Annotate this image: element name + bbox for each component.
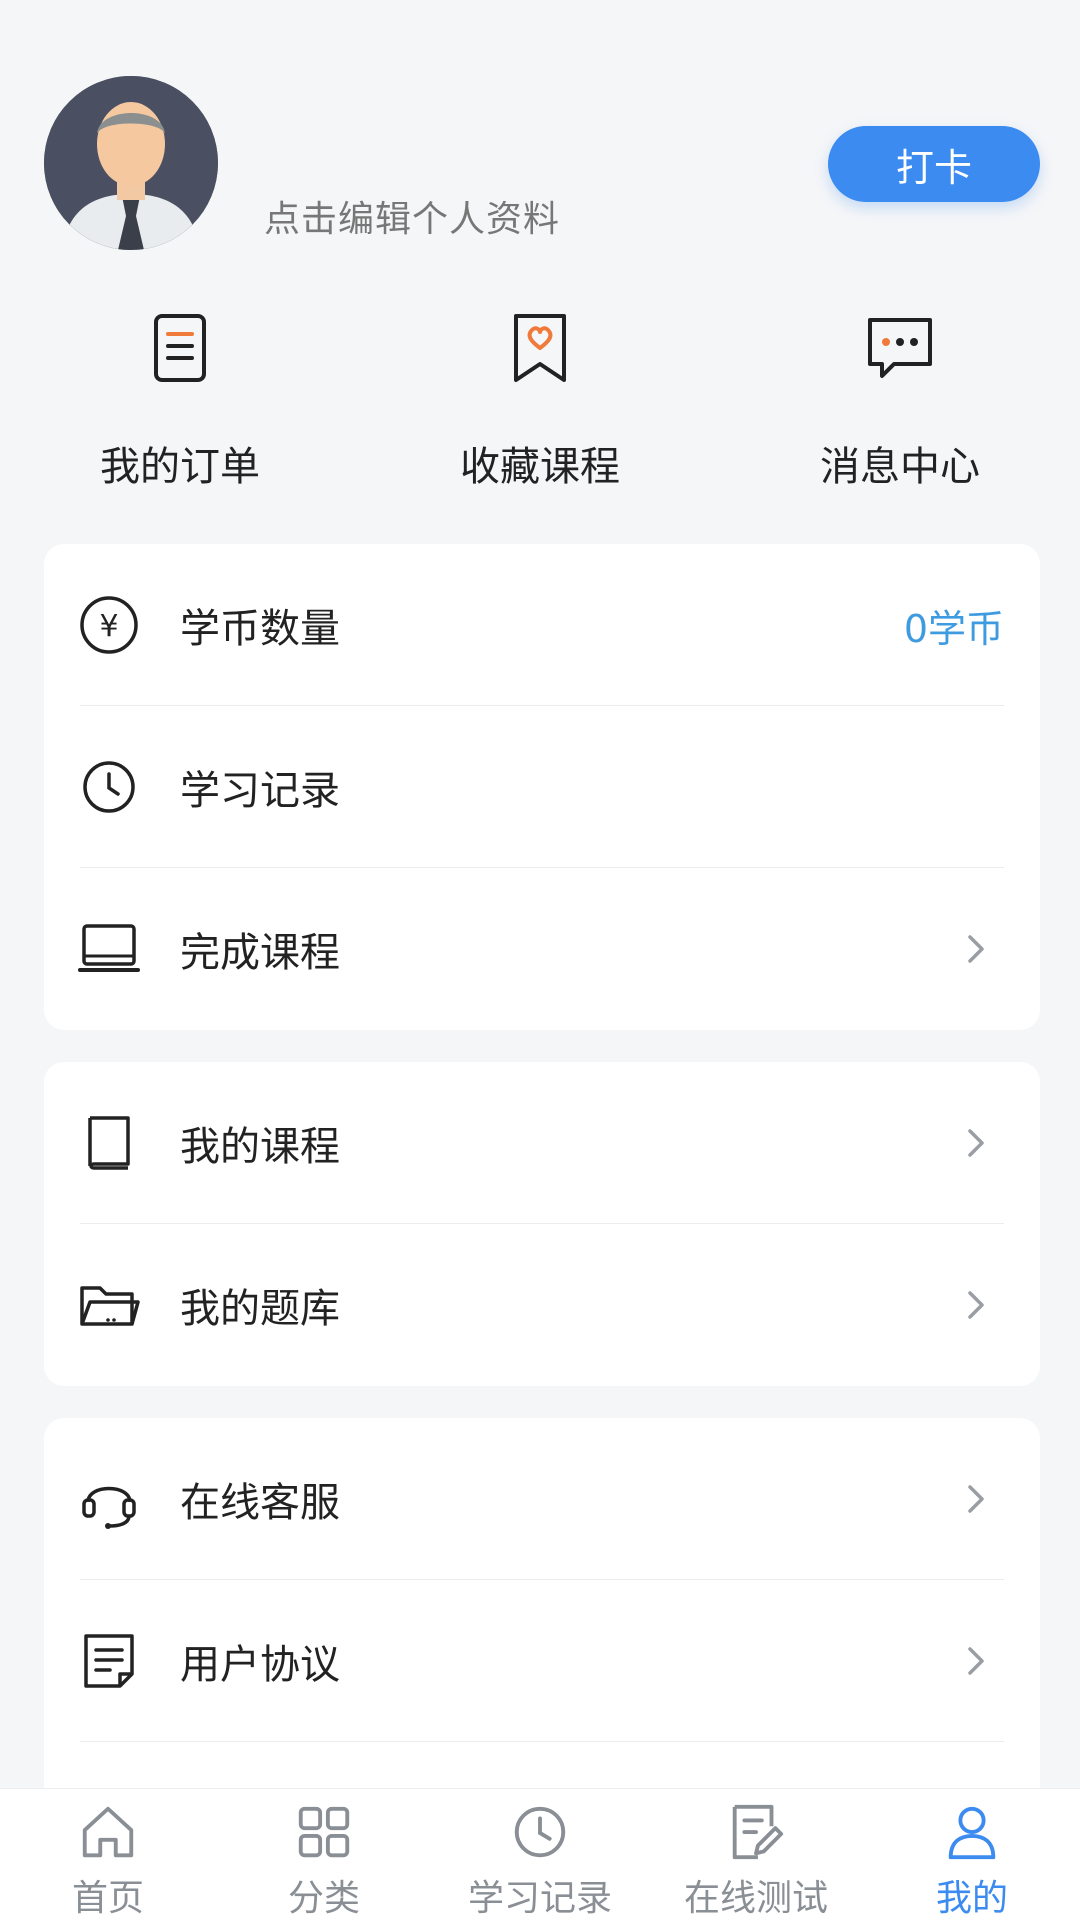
- user-agreement-row[interactable]: 用户协议: [44, 1580, 1040, 1742]
- clock-icon: [83, 761, 135, 813]
- service-card: 在线客服 用户协议: [44, 1418, 1040, 1788]
- edit-profile-link[interactable]: 点击编辑个人资料: [264, 190, 560, 242]
- coins-value: 0学币: [903, 606, 1004, 651]
- quick-action-label: 消息中心: [820, 444, 980, 490]
- folder-icon: [80, 1286, 140, 1326]
- nav-label: 分类: [287, 1878, 360, 1919]
- study-record-label: 学习记录: [180, 768, 340, 814]
- quick-action-favorites[interactable]: 收藏课程: [390, 300, 690, 500]
- yen-coin-icon: ¥: [80, 596, 138, 654]
- svg-text:¥: ¥: [99, 609, 118, 644]
- checkin-button[interactable]: 打卡: [828, 126, 1040, 202]
- nav-mine[interactable]: 我的: [864, 1789, 1080, 1921]
- clock-icon: [514, 1806, 566, 1858]
- document-icon: [84, 1634, 134, 1688]
- nav-label: 学习记录: [467, 1878, 612, 1919]
- study-record-row[interactable]: 学习记录: [44, 706, 1040, 868]
- coins-row[interactable]: ¥ 学币数量 0学币: [44, 544, 1040, 706]
- coins-label: 学币数量: [180, 606, 340, 652]
- finished-courses-row[interactable]: 完成课程: [44, 868, 1040, 1030]
- nav-label: 首页: [71, 1878, 144, 1919]
- my-courses-label: 我的课程: [180, 1124, 340, 1170]
- chevron-right-icon: [968, 1647, 984, 1675]
- book-icon: [88, 1116, 130, 1170]
- finished-courses-label: 完成课程: [180, 930, 340, 976]
- laptop-icon: [78, 924, 140, 972]
- chevron-right-icon: [968, 1129, 984, 1157]
- quick-action-messages[interactable]: 消息中心: [750, 300, 1050, 500]
- home-icon: [82, 1806, 134, 1858]
- chevron-right-icon: [968, 935, 984, 963]
- user-agreement-label: 用户协议: [180, 1642, 340, 1688]
- avatar-image: [44, 76, 218, 250]
- chevron-right-icon: [968, 1485, 984, 1513]
- my-courses-row[interactable]: 我的课程: [44, 1062, 1040, 1224]
- favorite-icon: [514, 314, 566, 382]
- nav-online-test[interactable]: 在线测试: [648, 1789, 864, 1921]
- customer-service-label: 在线客服: [180, 1480, 340, 1526]
- learning-card: 我的课程 我的题库: [44, 1062, 1040, 1386]
- nav-category[interactable]: 分类: [216, 1789, 432, 1921]
- nav-label: 我的: [935, 1878, 1008, 1919]
- avatar[interactable]: [44, 76, 218, 250]
- question-bank-row[interactable]: 我的题库: [44, 1224, 1040, 1386]
- quick-actions: 我的订单 收藏课程 消息中心: [0, 300, 1080, 500]
- nav-label: 在线测试: [683, 1878, 828, 1919]
- user-icon: [948, 1806, 996, 1860]
- quick-action-label: 我的订单: [100, 444, 260, 490]
- divider: [80, 1741, 1004, 1742]
- nav-study-record[interactable]: 学习记录: [432, 1789, 648, 1921]
- quick-action-orders[interactable]: 我的订单: [30, 300, 330, 500]
- headset-icon: [82, 1486, 136, 1529]
- quick-action-label: 收藏课程: [460, 444, 620, 490]
- nav-home[interactable]: 首页: [0, 1789, 216, 1921]
- question-bank-label: 我的题库: [180, 1286, 340, 1332]
- bottom-nav: 首页 分类 学习记录 在线测试 我的: [0, 1788, 1080, 1921]
- message-icon: [868, 318, 932, 378]
- edit-doc-icon: [732, 1804, 784, 1860]
- grid-icon: [298, 1806, 350, 1858]
- chevron-right-icon: [968, 1291, 984, 1319]
- customer-service-row[interactable]: 在线客服: [44, 1418, 1040, 1580]
- account-card: ¥ 学币数量 0学币 学习记录 完成课程: [44, 544, 1040, 1030]
- order-icon: [154, 314, 206, 382]
